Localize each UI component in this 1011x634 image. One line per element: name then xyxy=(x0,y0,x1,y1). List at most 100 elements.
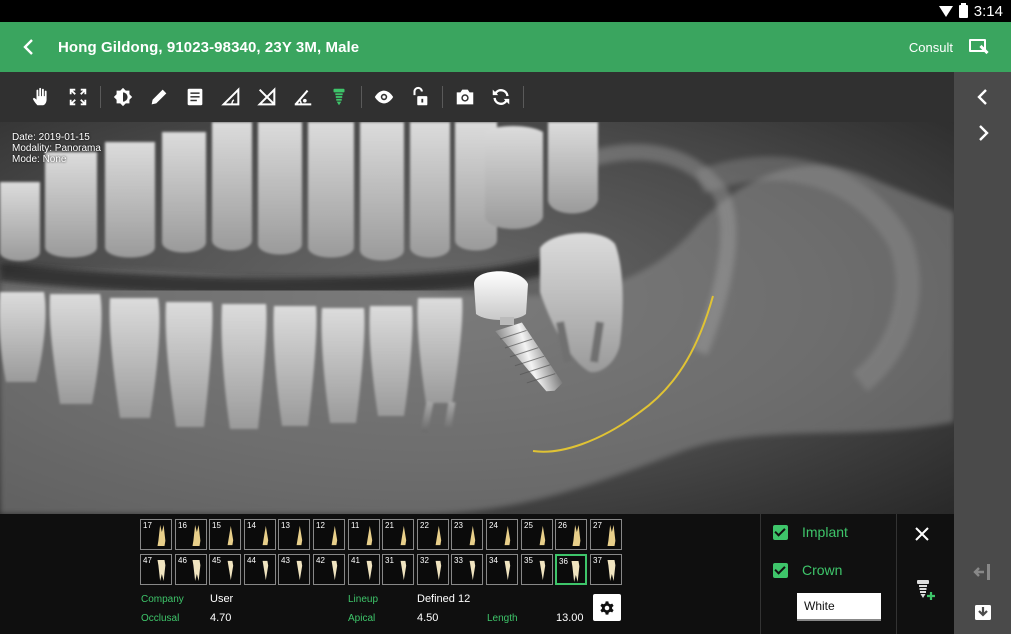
tooth-12[interactable]: 12 xyxy=(313,519,345,550)
tooth-icon xyxy=(296,560,303,581)
tooth-number: 41 xyxy=(351,556,360,565)
previous-image-button[interactable] xyxy=(954,79,1011,115)
download-icon xyxy=(974,605,991,620)
consult-screen-icon[interactable] xyxy=(967,36,989,58)
panoramic-xray-view[interactable]: Date: 2019-01-15 Modality: Panorama Mode… xyxy=(0,122,954,514)
tooth-15[interactable]: 15 xyxy=(209,519,241,550)
toolbar-divider xyxy=(100,86,101,108)
brightness-tool[interactable] xyxy=(105,79,141,115)
apical-value: 4.50 xyxy=(417,612,439,624)
tooth-43[interactable]: 43 xyxy=(278,554,310,585)
tooth-32[interactable]: 32 xyxy=(417,554,449,585)
tooth-number: 21 xyxy=(385,521,394,530)
tooth-number: 16 xyxy=(178,521,187,530)
tooth-number: 17 xyxy=(143,521,152,530)
tooth-41[interactable]: 41 xyxy=(348,554,380,585)
image-date: Date: 2019-01-15 xyxy=(12,132,90,143)
tooth-46[interactable]: 46 xyxy=(175,554,207,585)
tooth-icon xyxy=(262,560,269,581)
tooth-icon xyxy=(539,525,546,546)
tooth-27[interactable]: 27 xyxy=(590,519,622,550)
implant-settings-button[interactable] xyxy=(593,594,621,621)
tooth-number: 13 xyxy=(281,521,290,530)
tooth-icon xyxy=(400,525,407,546)
tooth-icon xyxy=(227,525,234,546)
capture-tool[interactable] xyxy=(447,79,483,115)
cobb-angle-tool[interactable] xyxy=(249,79,285,115)
tooth-icon xyxy=(435,525,442,546)
exit-panel-button[interactable] xyxy=(954,554,1011,590)
tooth-14[interactable]: 14 xyxy=(244,519,276,550)
tooth-number: 11 xyxy=(351,521,360,530)
lineup-label: Lineup xyxy=(348,594,379,605)
tooth-35[interactable]: 35 xyxy=(521,554,553,585)
implant-checkbox[interactable] xyxy=(773,524,788,540)
back-button[interactable] xyxy=(0,22,58,72)
tooth-34[interactable]: 34 xyxy=(486,554,518,585)
tooth-25[interactable]: 25 xyxy=(521,519,553,550)
close-panel-button[interactable] xyxy=(914,522,930,548)
visibility-tool[interactable] xyxy=(366,79,402,115)
tooth-33[interactable]: 33 xyxy=(451,554,483,585)
next-image-button[interactable] xyxy=(954,115,1011,151)
tooth-icon xyxy=(157,560,166,581)
tooth-number: 34 xyxy=(489,556,498,565)
unlock-tool[interactable] xyxy=(402,79,438,115)
cobb-angle-icon xyxy=(257,87,276,106)
tooth-22[interactable]: 22 xyxy=(417,519,449,550)
tooth-number: 27 xyxy=(593,521,602,530)
toolbar-divider xyxy=(442,86,443,108)
tooth-44[interactable]: 44 xyxy=(244,554,276,585)
crown-checkbox-row[interactable]: Crown xyxy=(773,562,842,578)
fit-screen-tool[interactable] xyxy=(60,79,96,115)
tooth-icon xyxy=(192,560,201,581)
tooth-icon xyxy=(366,560,373,581)
tooth-icon xyxy=(262,525,269,546)
tooth-21[interactable]: 21 xyxy=(382,519,414,550)
implant-checkbox-row[interactable]: Implant xyxy=(773,524,848,540)
hand-tool[interactable] xyxy=(24,79,60,115)
tooth-13[interactable]: 13 xyxy=(278,519,310,550)
tooth-icon xyxy=(572,525,581,546)
right-rail xyxy=(954,72,1011,634)
tooth-31[interactable]: 31 xyxy=(382,554,414,585)
tooth-36[interactable]: 36 xyxy=(555,554,587,585)
tooth-icon xyxy=(296,525,303,546)
crown-color-field[interactable] xyxy=(797,593,881,621)
tooth-37[interactable]: 37 xyxy=(590,554,622,585)
app-window: 3:14 Hong Gildong, 91023-98340, 23Y 3M, … xyxy=(0,0,1011,634)
tooth-number: 31 xyxy=(385,556,394,565)
download-button[interactable] xyxy=(954,594,1011,630)
tooth-26[interactable]: 26 xyxy=(555,519,587,550)
tooth-16[interactable]: 16 xyxy=(175,519,207,550)
company-value: User xyxy=(210,593,234,605)
gear-icon xyxy=(600,600,614,615)
pencil-tool[interactable] xyxy=(141,79,177,115)
tooth-number: 35 xyxy=(524,556,533,565)
implant-tool[interactable] xyxy=(321,79,357,115)
tooth-23[interactable]: 23 xyxy=(451,519,483,550)
xray-image xyxy=(0,122,954,514)
angle-tool[interactable] xyxy=(213,79,249,115)
toolbar-divider xyxy=(523,86,524,108)
notes-tool[interactable] xyxy=(177,79,213,115)
tooth-42[interactable]: 42 xyxy=(313,554,345,585)
protractor-tool[interactable] xyxy=(285,79,321,115)
tooth-number: 45 xyxy=(212,556,221,565)
crown-checkbox[interactable] xyxy=(773,562,788,578)
tooth-24[interactable]: 24 xyxy=(486,519,518,550)
reset-tool[interactable] xyxy=(483,79,519,115)
fit-screen-icon xyxy=(69,88,87,106)
tooth-45[interactable]: 45 xyxy=(209,554,241,585)
tooth-17[interactable]: 17 xyxy=(140,519,172,550)
tooth-47[interactable]: 47 xyxy=(140,554,172,585)
tooth-icon xyxy=(435,560,442,581)
tooth-icon xyxy=(192,525,201,546)
add-implant-button[interactable] xyxy=(915,578,937,602)
tooth-number: 24 xyxy=(489,521,498,530)
tooth-number: 33 xyxy=(454,556,463,565)
tooth-number: 42 xyxy=(316,556,325,565)
eye-icon xyxy=(374,90,394,104)
tooth-11[interactable]: 11 xyxy=(348,519,380,550)
consult-button[interactable]: Consult xyxy=(909,40,953,55)
